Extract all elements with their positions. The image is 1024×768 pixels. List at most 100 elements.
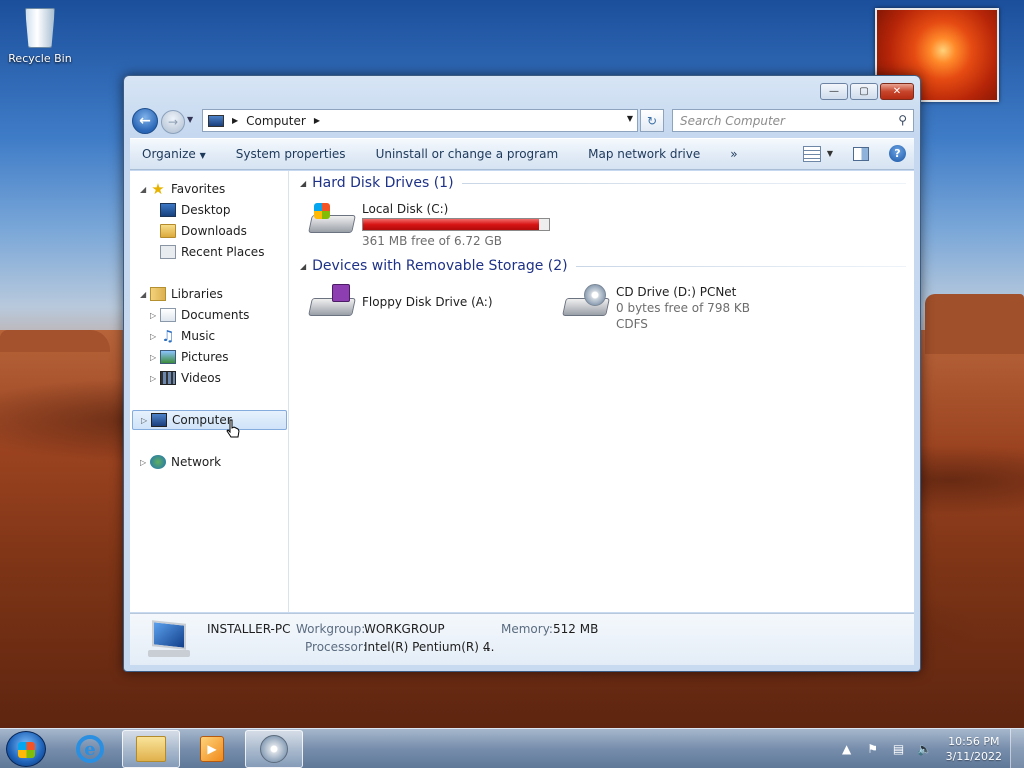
workgroup-label: Workgroup: — [296, 622, 366, 636]
installer-cd-icon — [260, 735, 288, 763]
nav-downloads[interactable]: Downloads — [160, 221, 247, 241]
nav-favorites[interactable]: ◢ ★ Favorites — [140, 179, 225, 199]
collapsed-icon[interactable]: ▷ — [150, 353, 160, 362]
command-bar: Organize ▼ System properties Uninstall o… — [130, 138, 914, 170]
search-input[interactable]: Search Computer ⚲ — [672, 109, 914, 132]
drive-name: Local Disk (C:) — [362, 202, 449, 216]
notification-area: ▲ ⚑ ▤ 🔈 10:56 PM 3/11/2022 — [834, 729, 1024, 768]
computer-icon — [208, 114, 224, 127]
pictures-icon — [160, 350, 176, 364]
taskbar-internet-explorer[interactable]: e — [61, 730, 119, 768]
recent-places-icon — [160, 245, 176, 259]
start-button[interactable] — [6, 731, 46, 767]
drive-cd-d[interactable]: CD Drive (D:) PCNet 0 bytes free of 798 … — [562, 284, 750, 332]
nav-pictures[interactable]: ▷ Pictures — [150, 347, 229, 367]
drive-name: Floppy Disk Drive (A:) — [362, 295, 493, 309]
media-player-icon: ▶ — [200, 736, 224, 762]
nav-libraries[interactable]: ◢ Libraries — [140, 284, 223, 304]
drive-name: CD Drive (D:) PCNet — [616, 285, 737, 299]
collapsed-icon[interactable]: ▷ — [140, 458, 150, 467]
group-header-removable[interactable]: ◢ Devices with Removable Storage (2) — [300, 256, 906, 276]
volume-muted-icon[interactable]: 🔈 — [917, 741, 933, 757]
drive-local-disk-c[interactable]: Local Disk (C:) 361 MB free of 6.72 GB — [308, 201, 550, 249]
address-dropdown-icon[interactable]: ▼ — [627, 114, 633, 123]
taskbar-installer[interactable] — [245, 730, 303, 768]
desktop-icon — [160, 203, 176, 217]
refresh-button[interactable]: ↻ — [640, 109, 664, 132]
help-icon[interactable]: ? — [889, 145, 906, 162]
chevron-down-icon: ▼ — [826, 149, 833, 158]
computer-name: INSTALLER-PC — [207, 622, 291, 636]
action-center-flag-icon[interactable]: ⚑ — [865, 741, 881, 757]
processor-label: Processor: — [305, 640, 367, 654]
collapsed-icon[interactable]: ▷ — [141, 416, 151, 425]
floppy-drive-icon — [308, 284, 356, 320]
computer-icon — [151, 413, 167, 427]
explorer-window[interactable]: — ▢ ✕ ← → ▼ ▶ Computer ▶ ▼ ↻ Search Comp… — [123, 75, 921, 672]
show-desktop-button[interactable] — [1010, 729, 1024, 768]
internet-explorer-icon: e — [76, 735, 104, 763]
organize-button[interactable]: Organize ▼ — [130, 147, 221, 161]
recent-pages-dropdown[interactable]: ▼ — [187, 115, 193, 124]
expanded-icon[interactable]: ◢ — [300, 179, 306, 188]
maximize-button[interactable]: ▢ — [850, 83, 878, 100]
collapsed-icon[interactable]: ▷ — [150, 374, 160, 383]
breadcrumb-arrow-icon[interactable]: ▶ — [232, 116, 238, 125]
group-header-hard-disk[interactable]: ◢ Hard Disk Drives (1) — [300, 173, 906, 193]
forward-button[interactable]: → — [161, 110, 185, 134]
documents-icon — [160, 308, 176, 322]
disk-usage-bar — [362, 218, 550, 231]
back-button[interactable]: ← — [132, 108, 158, 134]
downloads-folder-icon — [160, 224, 176, 238]
nav-recent-places[interactable]: Recent Places — [160, 242, 264, 262]
map-network-drive-button[interactable]: Map network drive — [573, 147, 715, 161]
collapsed-icon[interactable]: ▷ — [150, 332, 160, 341]
nav-music[interactable]: ▷ ♫ Music — [150, 326, 215, 346]
drive-free-space: 361 MB free of 6.72 GB — [362, 234, 503, 248]
star-icon: ★ — [151, 180, 165, 198]
nav-documents[interactable]: ▷ Documents — [150, 305, 249, 325]
content-area: ◢ ★ Favorites Desktop Downloads Recent P… — [130, 171, 914, 612]
windows-explorer-icon — [136, 736, 166, 762]
taskbar-windows-explorer[interactable] — [122, 730, 180, 768]
details-pane: INSTALLER-PC Workgroup: WORKGROUP Memory… — [130, 613, 914, 665]
recycle-bin-icon[interactable]: Recycle Bin — [8, 8, 72, 65]
drive-free-space: 0 bytes free of 798 KB — [616, 301, 750, 315]
show-hidden-icons-icon[interactable]: ▲ — [839, 741, 855, 757]
nav-computer[interactable]: ▷ Computer — [132, 410, 287, 430]
close-button[interactable]: ✕ — [880, 83, 914, 100]
breadcrumb-arrow-icon[interactable]: ▶ — [314, 116, 320, 125]
breadcrumb-computer[interactable]: Computer — [246, 114, 306, 128]
processor-value: Intel(R) Pentium(R) 4 — [364, 640, 491, 654]
more-commands-button[interactable]: » — [715, 147, 752, 161]
search-placeholder: Search Computer — [680, 113, 785, 128]
taskbar-media-player[interactable]: ▶ — [183, 730, 241, 768]
navigation-pane: ◢ ★ Favorites Desktop Downloads Recent P… — [130, 171, 289, 612]
minimize-button[interactable]: — — [820, 83, 848, 100]
network-icon — [150, 455, 166, 469]
clock-time: 10:56 PM — [948, 735, 1000, 748]
caption-buttons: — ▢ ✕ — [820, 83, 914, 100]
preview-pane-icon[interactable] — [853, 146, 869, 161]
clock[interactable]: 10:56 PM 3/11/2022 — [946, 734, 1002, 764]
file-list: ◢ Hard Disk Drives (1) Local Disk (C:) 3… — [290, 171, 914, 612]
nav-desktop[interactable]: Desktop — [160, 200, 231, 220]
uninstall-program-button[interactable]: Uninstall or change a program — [361, 147, 574, 161]
system-properties-button[interactable]: System properties — [221, 147, 361, 161]
expanded-icon[interactable]: ◢ — [140, 185, 150, 194]
nav-videos[interactable]: ▷ Videos — [150, 368, 221, 388]
nav-network[interactable]: ▷ Network — [140, 452, 221, 472]
expanded-icon[interactable]: ◢ — [300, 262, 306, 271]
search-icon[interactable]: ⚲ — [898, 113, 907, 127]
processor-ellipsis: ... — [483, 640, 495, 654]
expanded-icon[interactable]: ◢ — [140, 290, 150, 299]
view-icon — [802, 145, 821, 162]
libraries-icon — [150, 287, 166, 301]
computer-icon — [148, 620, 192, 658]
drive-floppy-a[interactable]: Floppy Disk Drive (A:) — [308, 284, 493, 320]
address-bar[interactable]: ▶ Computer ▶ ▼ — [202, 109, 638, 132]
network-status-icon[interactable]: ▤ — [891, 741, 907, 757]
change-view-button[interactable]: ▼ — [802, 145, 833, 162]
collapsed-icon[interactable]: ▷ — [150, 311, 160, 320]
cd-drive-icon — [562, 284, 610, 320]
